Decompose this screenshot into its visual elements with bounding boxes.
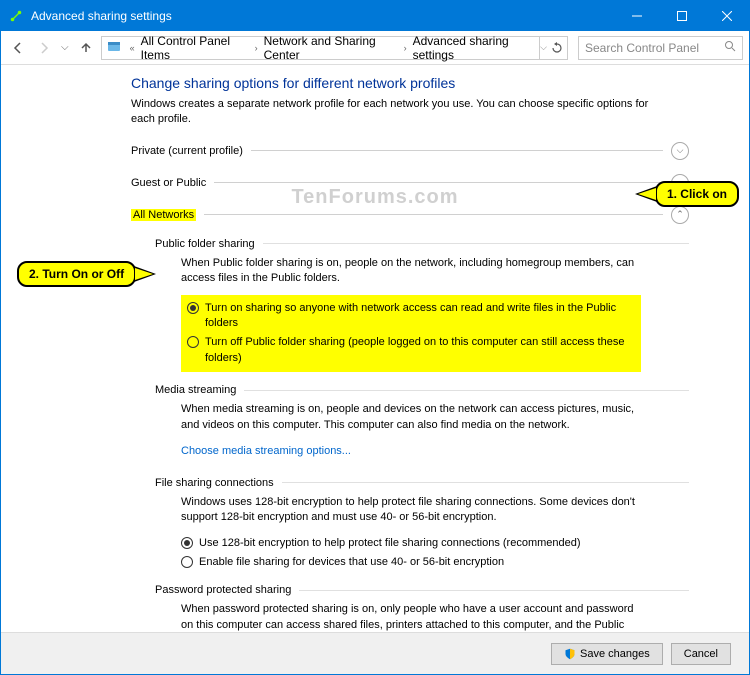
encryption-title: File sharing connections <box>155 477 689 489</box>
radio-icon <box>181 556 193 568</box>
public-folder-desc: When Public folder sharing is on, people… <box>181 256 641 287</box>
minimize-button[interactable] <box>614 1 659 31</box>
app-icon <box>9 9 23 23</box>
cancel-button[interactable]: Cancel <box>671 643 731 665</box>
section-guest[interactable]: Guest or Public ⌵ <box>131 174 689 192</box>
control-panel-icon <box>106 38 122 57</box>
radio-icon <box>187 336 199 348</box>
media-title: Media streaming <box>155 384 689 396</box>
footer: Save changes Cancel <box>1 632 749 674</box>
search-placeholder: Search Control Panel <box>585 41 699 55</box>
password-title: Password protected sharing <box>155 584 689 596</box>
media-options-link[interactable]: Choose media streaming options... <box>181 445 351 457</box>
shield-icon <box>564 648 576 660</box>
search-input[interactable]: Search Control Panel <box>578 36 743 60</box>
password-desc: When password protected sharing is on, o… <box>181 602 641 632</box>
content-pane: Change sharing options for different net… <box>1 65 749 632</box>
public-folder-title: Public folder sharing <box>155 238 689 250</box>
encryption-desc: Windows uses 128-bit encryption to help … <box>181 495 641 526</box>
window-title: Advanced sharing settings <box>31 9 614 23</box>
search-icon <box>724 40 736 55</box>
page-desc: Windows creates a separate network profi… <box>131 97 651 128</box>
media-desc: When media streaming is on, people and d… <box>181 402 641 433</box>
section-all-networks[interactable]: All Networks ⌃ <box>131 206 689 224</box>
chevron-up-icon[interactable]: ⌃ <box>671 206 689 224</box>
titlebar: Advanced sharing settings <box>1 1 749 31</box>
crumb-advanced[interactable]: Advanced sharing settings <box>413 34 538 62</box>
section-private[interactable]: Private (current profile) ⌵ <box>131 142 689 160</box>
back-button[interactable] <box>7 37 29 59</box>
save-button[interactable]: Save changes <box>551 643 663 665</box>
radio-4056bit[interactable]: Enable file sharing for devices that use… <box>181 553 689 572</box>
navbar: ⌵ « All Control Panel Items › Network an… <box>1 31 749 65</box>
radio-public-on[interactable]: Turn on sharing so anyone with network a… <box>187 299 635 334</box>
annotation-2: 2. Turn On or Off <box>17 261 136 287</box>
page-title: Change sharing options for different net… <box>131 75 689 91</box>
radio-public-off[interactable]: Turn off Public folder sharing (people l… <box>187 333 635 368</box>
radio-icon <box>187 302 199 314</box>
chevron-down-icon[interactable]: ⌵ <box>671 142 689 160</box>
crumb-network[interactable]: Network and Sharing Center <box>264 34 398 62</box>
maximize-button[interactable] <box>659 1 704 31</box>
recent-dropdown[interactable]: ⌵ <box>59 42 71 53</box>
crumb-all[interactable]: All Control Panel Items <box>141 34 249 62</box>
radio-icon <box>181 537 193 549</box>
up-button[interactable] <box>75 37 97 59</box>
refresh-button[interactable]: ⌵ <box>539 37 563 59</box>
radio-128bit[interactable]: Use 128-bit encryption to help protect f… <box>181 534 689 553</box>
forward-button[interactable] <box>33 37 55 59</box>
annotation-1: 1. Click on <box>655 181 739 207</box>
breadcrumb[interactable]: « All Control Panel Items › Network and … <box>101 36 568 60</box>
public-folder-radios: Turn on sharing so anyone with network a… <box>181 295 641 373</box>
close-button[interactable] <box>704 1 749 31</box>
